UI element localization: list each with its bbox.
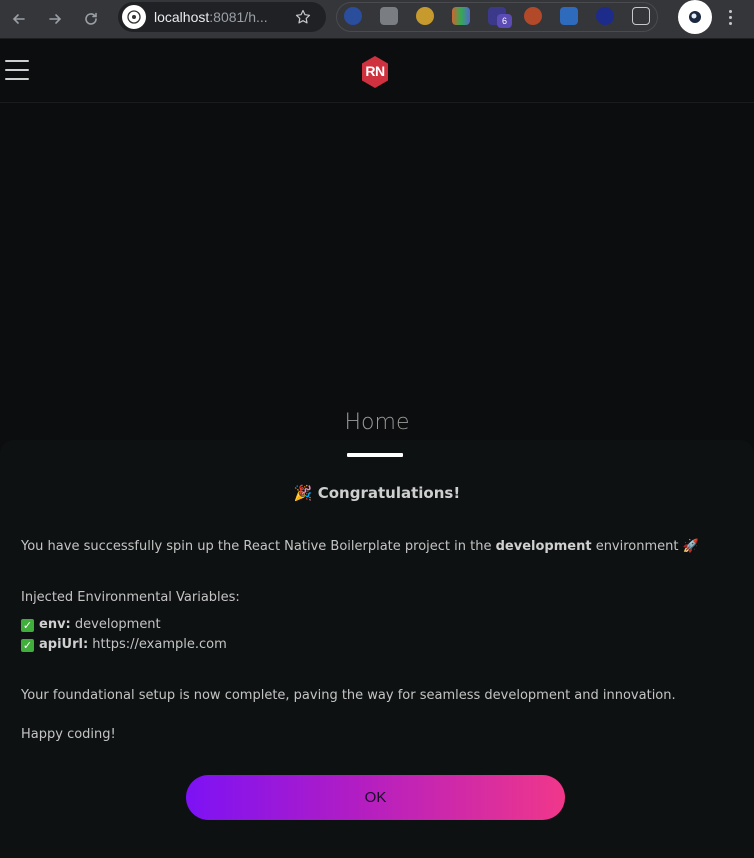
url-host: localhost [154, 9, 210, 25]
reload-icon[interactable] [78, 6, 104, 32]
profile-avatar[interactable] [678, 0, 712, 34]
page-title: Home [344, 410, 410, 435]
site-info-icon[interactable] [122, 5, 146, 29]
url-text[interactable]: localhost:8081/h... [154, 9, 268, 25]
url-path: :8081/h... [209, 9, 268, 25]
sheet-handle[interactable] [347, 453, 403, 457]
extension-grid-icon[interactable] [452, 7, 470, 25]
extension-figure-icon[interactable] [524, 7, 542, 25]
browser-menu-icon[interactable] [722, 6, 738, 28]
intro-suffix: environment 🚀 [591, 539, 699, 554]
modal-title: 🎉 Congratulations! [293, 484, 461, 502]
env-var-row: ✓ apiUrl: https://example.com [21, 637, 227, 652]
logo-text: RN [365, 63, 385, 79]
extension-bolt-icon[interactable] [344, 7, 362, 25]
address-bar[interactable]: localhost:8081/h... [118, 2, 326, 32]
app-header: RN [0, 40, 754, 103]
intro-text: You have successfully spin up the React … [21, 539, 699, 554]
extension-badge: 6 [497, 14, 512, 28]
vars-heading: Injected Environmental Variables: [21, 590, 240, 605]
checkmark-icon: ✓ [21, 619, 34, 632]
env-var-key: env: [39, 617, 71, 632]
extension-globe-icon[interactable] [596, 7, 614, 25]
profile-icon [689, 11, 701, 23]
closing-text: Your foundational setup is now complete,… [21, 688, 676, 703]
env-var-key: apiUrl: [39, 637, 89, 652]
intro-prefix: You have successfully spin up the React … [21, 539, 496, 554]
back-icon[interactable] [6, 6, 32, 32]
env-var-value: development [74, 617, 161, 632]
signoff-text: Happy coding! [21, 727, 116, 742]
app-logo: RN [360, 55, 390, 89]
extension-camera-icon[interactable] [380, 7, 398, 25]
extensions-puzzle-icon[interactable] [632, 7, 650, 25]
ok-button[interactable]: OK [186, 775, 565, 820]
checkmark-icon: ✓ [21, 639, 34, 652]
env-var-value: https://example.com [92, 637, 227, 652]
bookmark-star-icon[interactable] [292, 6, 314, 28]
extension-translate-icon[interactable] [560, 7, 578, 25]
browser-toolbar: localhost:8081/h... 6 [0, 0, 754, 39]
extension-palette-icon[interactable] [416, 7, 434, 25]
welcome-modal: 🎉 Congratulations! You have successfully… [0, 440, 754, 858]
hamburger-menu-icon[interactable] [5, 60, 29, 80]
intro-env: development [495, 539, 592, 554]
env-var-row: ✓ env: development [21, 617, 161, 632]
forward-icon[interactable] [42, 6, 68, 32]
